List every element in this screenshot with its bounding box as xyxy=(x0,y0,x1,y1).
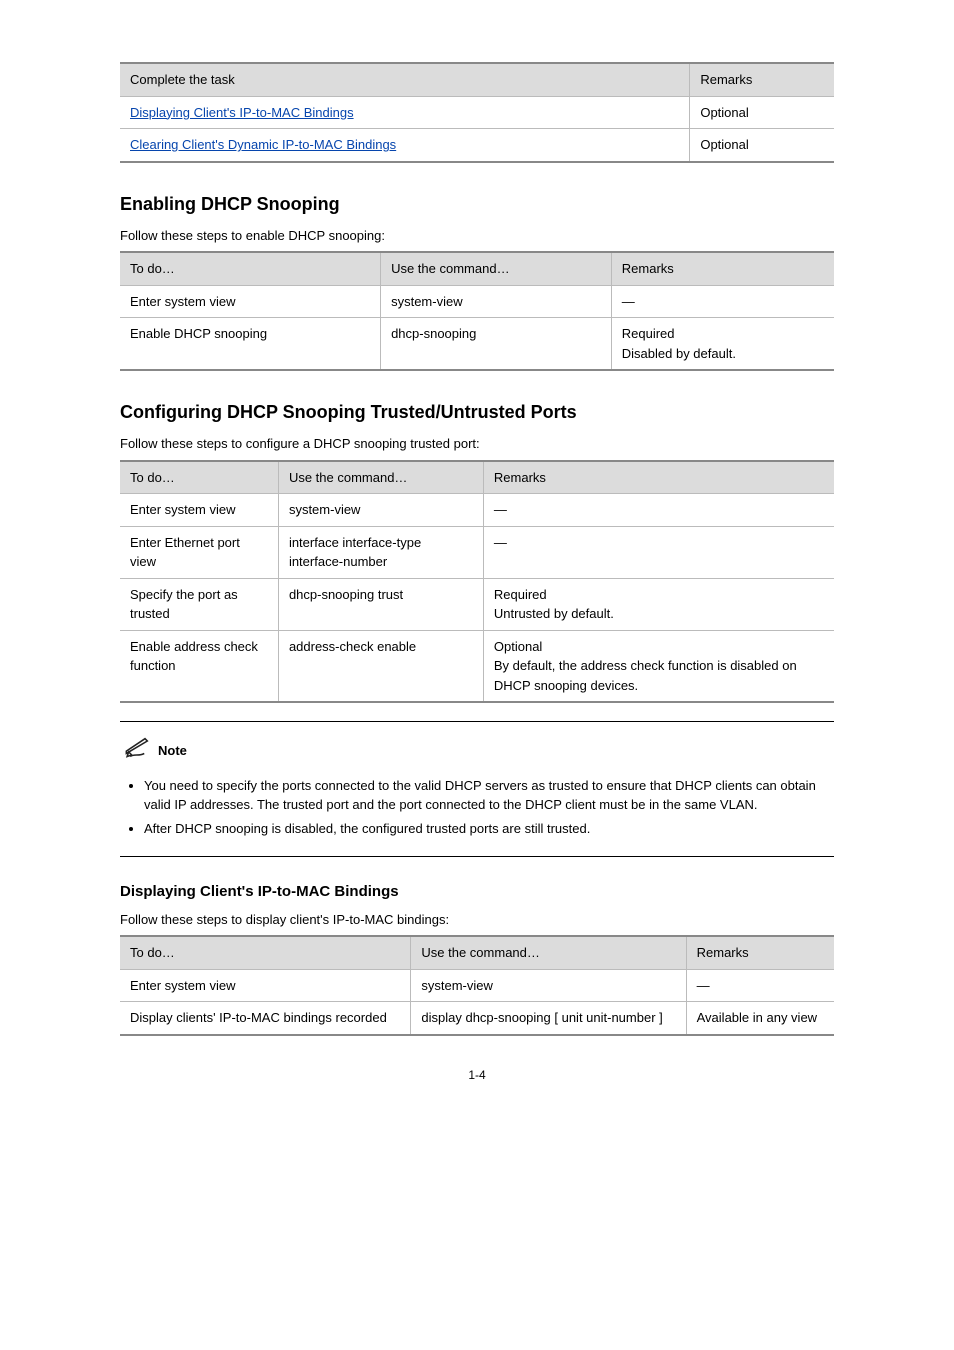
col-header: Remarks xyxy=(611,252,834,285)
display-bindings-table: To do… Use the command… Remarks Enter sy… xyxy=(120,935,834,1036)
col-header: To do… xyxy=(120,252,381,285)
cell: Optional xyxy=(690,129,834,162)
link-display-bindings[interactable]: Displaying Client's IP-to-MAC Bindings xyxy=(130,105,354,120)
cell: Optional xyxy=(690,96,834,129)
note-item: You need to specify the ports connected … xyxy=(144,776,830,815)
note-icon xyxy=(124,736,152,766)
heading-display-bindings: Displaying Client's IP-to-MAC Bindings xyxy=(120,881,834,904)
task-remarks-table: Complete the task Remarks Displaying Cli… xyxy=(120,62,834,163)
table-row: Enable address check functionaddress-che… xyxy=(120,630,834,702)
intro: Follow these steps to enable DHCP snoopi… xyxy=(120,226,834,246)
note-box: Note You need to specify the ports conne… xyxy=(120,721,834,857)
table-row: Specify the port as trusteddhcp-snooping… xyxy=(120,578,834,630)
heading-trusted-untrusted: Configuring DHCP Snooping Trusted/Untrus… xyxy=(120,399,834,426)
col-header: Remarks xyxy=(483,461,834,494)
table-row: Enter system viewsystem-view— xyxy=(120,285,834,318)
col-header: Use the command… xyxy=(411,936,686,969)
table-row: Displaying Client's IP-to-MAC Bindings O… xyxy=(120,96,834,129)
col-header: Complete the task xyxy=(120,63,690,96)
intro: Follow these steps to configure a DHCP s… xyxy=(120,434,834,454)
table-row: Enter Ethernet port viewinterface interf… xyxy=(120,526,834,578)
table-row: Enter system viewsystem-view— xyxy=(120,969,834,1002)
col-header: Use the command… xyxy=(381,252,612,285)
col-header: To do… xyxy=(120,936,411,969)
col-header: Use the command… xyxy=(278,461,483,494)
note-label: Note xyxy=(158,741,187,761)
link-clear-bindings[interactable]: Clearing Client's Dynamic IP-to-MAC Bind… xyxy=(130,137,396,152)
table-row: Display clients' IP-to-MAC bindings reco… xyxy=(120,1002,834,1035)
enable-snooping-table: To do… Use the command… Remarks Enter sy… xyxy=(120,251,834,371)
table-row: Clearing Client's Dynamic IP-to-MAC Bind… xyxy=(120,129,834,162)
heading-enable-dhcp-snooping: Enabling DHCP Snooping xyxy=(120,191,834,218)
intro: Follow these steps to display client's I… xyxy=(120,910,834,930)
trusted-port-table: To do… Use the command… Remarks Enter sy… xyxy=(120,460,834,704)
table-row: Enable DHCP snoopingdhcp-snoopingRequire… xyxy=(120,318,834,371)
table-row: Enter system viewsystem-view— xyxy=(120,494,834,527)
col-header: Remarks xyxy=(690,63,834,96)
col-header: Remarks xyxy=(686,936,834,969)
note-item: After DHCP snooping is disabled, the con… xyxy=(144,819,830,839)
page-number: 1-4 xyxy=(120,1066,834,1084)
col-header: To do… xyxy=(120,461,278,494)
